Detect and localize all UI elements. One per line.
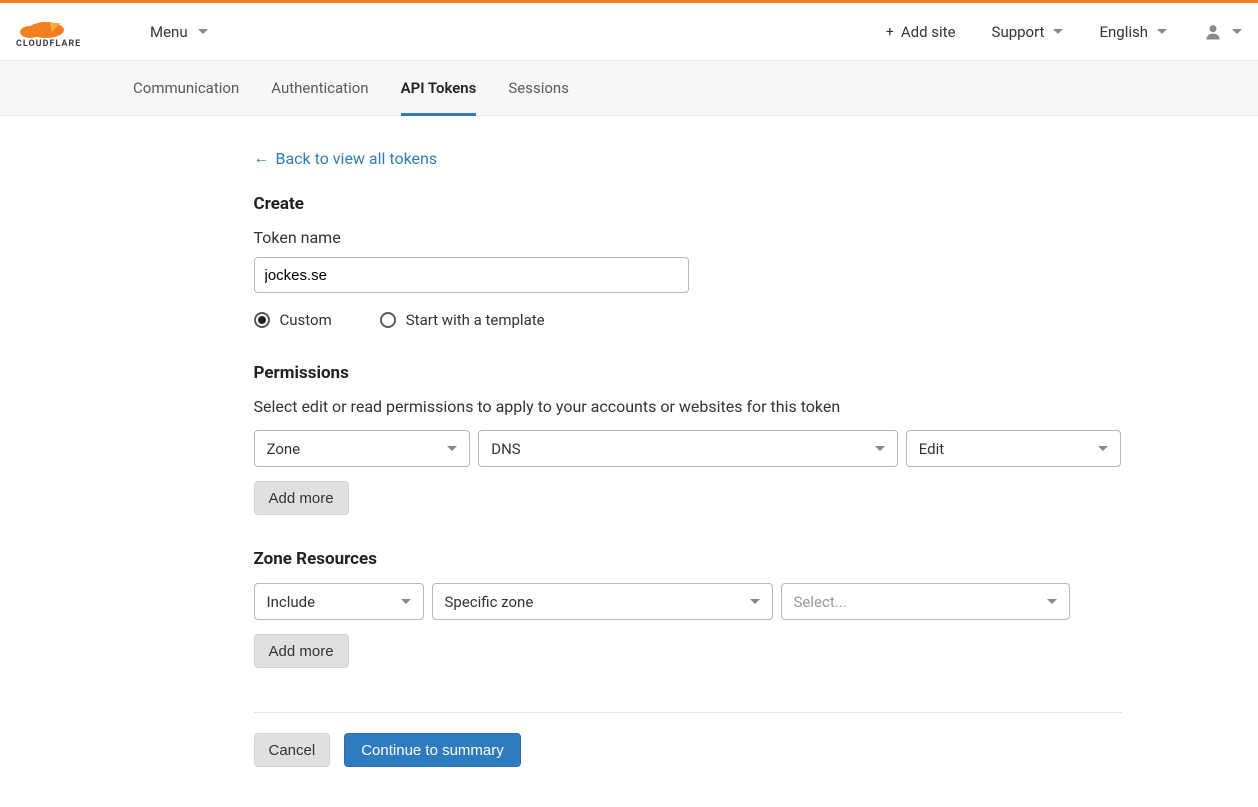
zone-scope-select[interactable]: Specific zone bbox=[432, 583, 773, 620]
permission-resource-select[interactable]: DNS bbox=[478, 430, 897, 467]
radio-custom[interactable]: Custom bbox=[254, 311, 332, 329]
radio-custom-label: Custom bbox=[280, 311, 332, 329]
chevron-down-icon bbox=[1047, 599, 1057, 604]
permission-scope-select[interactable]: Zone bbox=[254, 430, 471, 467]
zone-mode-select[interactable]: Include bbox=[254, 583, 424, 620]
permission-resource-value: DNS bbox=[491, 440, 520, 458]
continue-button[interactable]: Continue to summary bbox=[344, 733, 521, 767]
tab-api-tokens[interactable]: API Tokens bbox=[401, 61, 477, 116]
user-icon bbox=[1203, 22, 1223, 42]
radio-icon bbox=[254, 312, 270, 328]
chevron-down-icon bbox=[750, 599, 760, 604]
token-name-input[interactable] bbox=[254, 257, 689, 293]
chevron-down-icon bbox=[198, 29, 208, 34]
zone-select[interactable]: Select... bbox=[781, 583, 1070, 620]
back-link-text: Back to view all tokens bbox=[276, 149, 438, 168]
permission-scope-value: Zone bbox=[267, 440, 301, 458]
add-site-link[interactable]: + Add site bbox=[886, 23, 956, 41]
create-heading: Create bbox=[254, 194, 1122, 214]
chevron-down-icon bbox=[1157, 29, 1167, 34]
global-header: CLOUDFLARE Menu + Add site Support Engli… bbox=[0, 3, 1258, 61]
zone-resources-heading: Zone Resources bbox=[254, 549, 1122, 569]
plus-icon: + bbox=[886, 24, 894, 40]
account-dropdown[interactable] bbox=[1203, 22, 1242, 42]
profile-sub-nav: Communication Authentication API Tokens … bbox=[0, 61, 1258, 116]
chevron-down-icon bbox=[447, 446, 457, 451]
tab-communication[interactable]: Communication bbox=[133, 61, 239, 116]
chevron-down-icon bbox=[875, 446, 885, 451]
language-dropdown[interactable]: English bbox=[1099, 23, 1167, 41]
arrow-left-icon: ← bbox=[254, 148, 270, 168]
tab-authentication[interactable]: Authentication bbox=[271, 61, 368, 116]
radio-start-template[interactable]: Start with a template bbox=[380, 311, 545, 329]
permissions-description: Select edit or read permissions to apply… bbox=[254, 397, 1122, 416]
support-dropdown[interactable]: Support bbox=[992, 23, 1064, 41]
cancel-button[interactable]: Cancel bbox=[254, 733, 331, 767]
back-to-tokens-link[interactable]: ← Back to view all tokens bbox=[254, 148, 438, 168]
logo[interactable]: CLOUDFLARE bbox=[16, 14, 122, 50]
menu-dropdown[interactable]: Menu bbox=[150, 23, 208, 41]
permission-access-value: Edit bbox=[919, 440, 944, 458]
tab-sessions[interactable]: Sessions bbox=[508, 61, 569, 116]
permissions-row: Zone DNS Edit bbox=[254, 430, 1122, 467]
radio-icon bbox=[380, 312, 396, 328]
chevron-down-icon bbox=[1232, 29, 1242, 34]
chevron-down-icon bbox=[1053, 29, 1063, 34]
token-name-label: Token name bbox=[254, 228, 1122, 247]
radio-template-label: Start with a template bbox=[406, 311, 545, 329]
zone-add-more-button[interactable]: Add more bbox=[254, 634, 349, 668]
zone-mode-value: Include bbox=[267, 593, 316, 611]
chevron-down-icon bbox=[401, 599, 411, 604]
zone-scope-value: Specific zone bbox=[445, 593, 534, 611]
chevron-down-icon bbox=[1098, 446, 1108, 451]
add-site-label: Add site bbox=[901, 23, 956, 41]
support-label: Support bbox=[992, 23, 1045, 41]
permission-access-select[interactable]: Edit bbox=[906, 430, 1122, 467]
zone-resources-row: Include Specific zone Select... bbox=[254, 583, 1122, 620]
logo-text: CLOUDFLARE bbox=[16, 39, 81, 49]
form-footer: Cancel Continue to summary bbox=[254, 712, 1122, 767]
permissions-add-more-button[interactable]: Add more bbox=[254, 481, 349, 515]
zone-select-placeholder: Select... bbox=[794, 593, 847, 611]
permissions-heading: Permissions bbox=[254, 363, 1122, 383]
page-content: ← Back to view all tokens Create Token n… bbox=[137, 116, 1122, 807]
menu-label: Menu bbox=[150, 23, 188, 41]
language-label: English bbox=[1099, 23, 1148, 41]
